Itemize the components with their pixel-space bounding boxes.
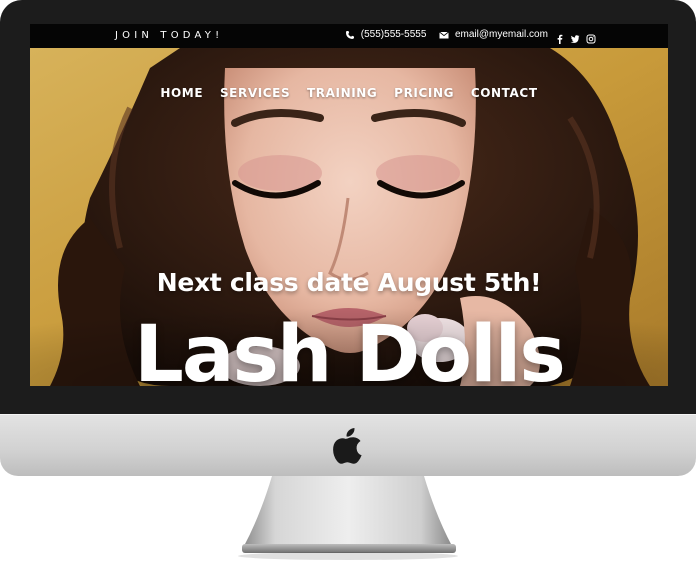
envelope-icon — [439, 31, 449, 38]
nav-pricing[interactable]: PRICING — [394, 86, 454, 100]
nav-contact[interactable]: CONTACT — [471, 86, 538, 100]
hero-section: HOME SERVICES TRAINING PRICING CONTACT N… — [30, 48, 668, 386]
top-bar: JOIN TODAY! (555)555-5555 email@myemail.… — [30, 24, 668, 48]
twitter-icon[interactable] — [570, 34, 581, 44]
contact-info: (555)555-5555 email@myemail.com — [345, 29, 548, 40]
nav-home[interactable]: HOME — [160, 86, 203, 100]
social-links — [555, 30, 597, 48]
website-screen: JOIN TODAY! (555)555-5555 email@myemail.… — [30, 24, 668, 386]
join-today-link[interactable]: JOIN TODAY! — [115, 30, 223, 41]
imac-mockup: JOIN TODAY! (555)555-5555 email@myemail.… — [0, 0, 696, 566]
main-nav: HOME SERVICES TRAINING PRICING CONTACT — [30, 86, 668, 100]
monitor-stand — [238, 476, 458, 560]
facebook-icon[interactable] — [555, 34, 565, 44]
apple-logo-icon — [333, 428, 362, 464]
nav-services[interactable]: SERVICES — [220, 86, 290, 100]
email-address[interactable]: email@myemail.com — [455, 29, 548, 40]
hero-tagline: Next class date August 5th! — [156, 268, 542, 297]
phone-icon — [346, 30, 354, 39]
brand-title: Lash Dolls — [134, 310, 566, 386]
nav-training[interactable]: TRAINING — [307, 86, 377, 100]
instagram-icon[interactable] — [586, 34, 596, 44]
phone-number[interactable]: (555)555-5555 — [361, 29, 427, 40]
